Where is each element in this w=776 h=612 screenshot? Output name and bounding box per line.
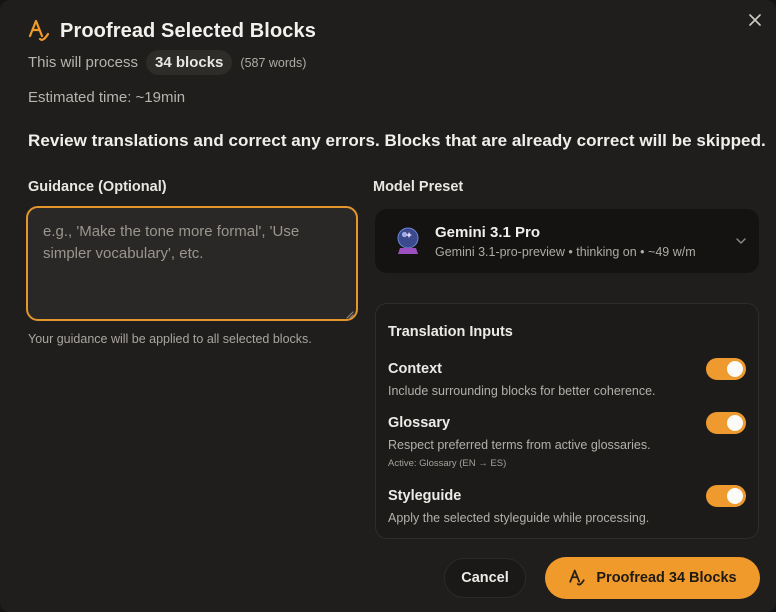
proofread-icon bbox=[569, 569, 586, 586]
words-count: (587 words) bbox=[240, 55, 307, 70]
proofread-blocks-button[interactable]: Proofread 34 Blocks bbox=[545, 557, 760, 599]
close-button[interactable] bbox=[744, 9, 766, 31]
close-icon bbox=[749, 14, 761, 26]
dialog-title: Proofread Selected Blocks bbox=[60, 19, 316, 42]
translation-inputs-card: Translation Inputs Context Include surro… bbox=[375, 303, 759, 539]
glossary-active-label: Active: Glossary (EN → ES) bbox=[388, 458, 507, 469]
toggle-knob bbox=[727, 415, 743, 431]
estimated-time: Estimated time: ~19min bbox=[28, 89, 186, 106]
proofread-button-label: Proofread 34 Blocks bbox=[596, 570, 737, 586]
blocks-count-badge: 34 blocks bbox=[146, 50, 233, 75]
dialog-header: Proofread Selected Blocks bbox=[28, 18, 316, 44]
model-preset-select[interactable]: Gemini 3.1 Pro Gemini 3.1-pro-preview • … bbox=[375, 209, 759, 273]
model-preset-name: Gemini 3.1 Pro bbox=[435, 223, 541, 241]
glossary-option-description: Respect preferred terms from active glos… bbox=[388, 438, 651, 452]
process-prefix: This will process bbox=[28, 54, 139, 71]
proofread-logo-icon bbox=[28, 18, 50, 44]
crystal-ball-icon bbox=[397, 227, 419, 254]
glossary-option-name: Glossary bbox=[388, 415, 451, 431]
toggle-knob bbox=[727, 361, 743, 377]
proofread-dialog: Proofread Selected Blocks This will proc… bbox=[0, 0, 776, 612]
guidance-hint: Your guidance will be applied to all sel… bbox=[28, 332, 312, 346]
context-option-name: Context bbox=[388, 361, 442, 377]
model-preset-subtitle: Gemini 3.1-pro-preview • thinking on • ~… bbox=[435, 244, 696, 259]
toggle-knob bbox=[727, 488, 743, 504]
dialog-description: Review translations and correct any erro… bbox=[28, 131, 766, 150]
chevron-down-icon bbox=[736, 238, 746, 244]
model-preset-label: Model Preset bbox=[373, 179, 464, 195]
translation-inputs-title: Translation Inputs bbox=[388, 324, 513, 340]
cancel-button[interactable]: Cancel bbox=[444, 558, 526, 598]
styleguide-option-description: Apply the selected styleguide while proc… bbox=[388, 511, 650, 525]
styleguide-option-name: Styleguide bbox=[388, 488, 462, 504]
model-preset-text: Gemini 3.1 Pro Gemini 3.1-pro-preview • … bbox=[435, 224, 696, 259]
context-toggle[interactable] bbox=[706, 358, 746, 380]
guidance-input[interactable] bbox=[26, 206, 358, 321]
styleguide-toggle[interactable] bbox=[706, 485, 746, 507]
process-summary: This will process 34 blocks (587 words) bbox=[28, 50, 306, 75]
context-option-description: Include surrounding blocks for better co… bbox=[388, 384, 656, 398]
resize-handle-icon[interactable] bbox=[344, 309, 354, 319]
glossary-toggle[interactable] bbox=[706, 412, 746, 434]
guidance-label: Guidance (Optional) bbox=[28, 179, 167, 195]
